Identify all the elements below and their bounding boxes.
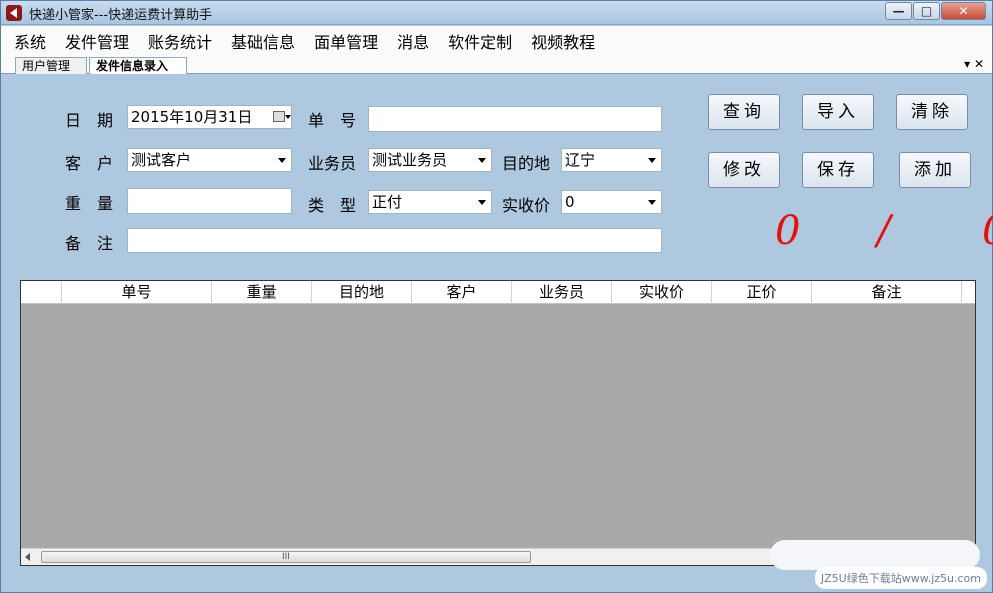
- menu-messages[interactable]: 消息: [397, 29, 429, 53]
- actual-price-label: 实收价: [502, 196, 551, 215]
- menu-software-custom[interactable]: 软件定制: [448, 29, 512, 53]
- actual-price-select[interactable]: 0: [561, 190, 662, 214]
- close-button[interactable]: ✕: [941, 2, 986, 20]
- type-value: 正付: [372, 193, 403, 211]
- shipment-table[interactable]: 单号 重量 目的地 客户 业务员 实收价 正价 备注 III: [20, 280, 976, 566]
- query-button[interactable]: 查询: [708, 94, 780, 130]
- column-header-salesman[interactable]: 业务员: [512, 281, 612, 304]
- remark-input[interactable]: [127, 228, 662, 253]
- table-header: 单号 重量 目的地 客户 业务员 实收价 正价 备注: [21, 281, 975, 304]
- maximize-icon: □: [920, 4, 933, 18]
- minimize-icon: —: [892, 4, 905, 18]
- number-input[interactable]: [368, 106, 662, 132]
- column-header-customer[interactable]: 客户: [412, 281, 512, 304]
- weight-label: 重 量: [65, 194, 114, 213]
- date-value: 2015年10月31日: [131, 108, 253, 126]
- menu-video-tutorials[interactable]: 视频教程: [531, 29, 595, 53]
- window-title: 快递小管家---快递运费计算助手: [29, 8, 213, 23]
- tab-shipment-entry[interactable]: 发件信息录入: [89, 57, 187, 74]
- app-logo-icon: [6, 5, 22, 21]
- remark-label: 备 注: [65, 234, 114, 253]
- scroll-left-icon[interactable]: [25, 553, 30, 561]
- app-window: 快递小管家---快递运费计算助手 — □ ✕ 系统 发件管理 账务统计 基础信息…: [0, 0, 993, 593]
- column-header-list-price[interactable]: 正价: [712, 281, 812, 304]
- import-button[interactable]: 导入: [802, 94, 874, 130]
- tab-list-dropdown-icon[interactable]: ▾: [964, 57, 970, 71]
- destination-value: 辽宁: [565, 151, 596, 169]
- close-icon: ✕: [958, 4, 969, 18]
- menu-accounts-statistics[interactable]: 账务统计: [148, 29, 212, 53]
- column-header-number[interactable]: 单号: [62, 281, 212, 304]
- salesman-label: 业务员: [308, 154, 357, 173]
- tab-close-icon[interactable]: ✕: [974, 57, 984, 71]
- weight-input[interactable]: [127, 188, 292, 214]
- customer-select[interactable]: 测试客户: [127, 148, 292, 172]
- menu-basic-info[interactable]: 基础信息: [231, 29, 295, 53]
- clear-button[interactable]: 清除: [896, 94, 968, 130]
- column-header-weight[interactable]: 重量: [212, 281, 312, 304]
- maximize-button[interactable]: □: [913, 2, 940, 20]
- date-picker[interactable]: 2015年10月31日: [127, 105, 292, 129]
- tab-strip: 用户管理 发件信息录入 ▾ ✕: [1, 56, 992, 74]
- chevron-down-icon: [285, 115, 291, 119]
- menu-system[interactable]: 系统: [14, 29, 46, 53]
- watermark: JZ5U绿色下载站www.jz5u.com: [814, 567, 987, 589]
- actual-price-value: 0: [565, 193, 575, 211]
- customer-label: 客 户: [65, 154, 114, 173]
- menu-shipment-management[interactable]: 发件管理: [65, 29, 129, 53]
- window-controls: — □ ✕: [884, 2, 986, 20]
- salesman-select[interactable]: 测试业务员: [368, 148, 492, 172]
- add-button[interactable]: 添加: [899, 152, 971, 188]
- title-bar[interactable]: 快递小管家---快递运费计算助手 — □ ✕: [1, 1, 992, 25]
- destination-select[interactable]: 辽宁: [561, 148, 662, 172]
- scrollbar-thumb[interactable]: III: [41, 551, 531, 563]
- tab-controls: ▾ ✕: [964, 56, 984, 73]
- row-header-corner: [21, 281, 62, 304]
- type-select[interactable]: 正付: [368, 190, 492, 214]
- menu-bar: 系统 发件管理 账务统计 基础信息 面单管理 消息 软件定制 视频教程: [1, 26, 992, 56]
- destination-label: 目的地: [502, 154, 551, 173]
- minimize-button[interactable]: —: [885, 2, 912, 20]
- save-button[interactable]: 保存: [802, 152, 874, 188]
- modify-button[interactable]: 修改: [708, 152, 780, 188]
- column-header-actual-price[interactable]: 实收价: [612, 281, 712, 304]
- column-header-destination[interactable]: 目的地: [312, 281, 412, 304]
- scrollbar-grip-icon: III: [282, 552, 290, 562]
- tab-user-management[interactable]: 用户管理: [15, 57, 87, 74]
- record-counter-total: 0: [982, 208, 993, 254]
- record-counter-current: 0: [775, 208, 801, 254]
- date-label: 日 期: [65, 111, 114, 130]
- watermark-backdrop: [770, 540, 980, 570]
- calendar-icon: [273, 111, 285, 122]
- menu-waybill-management[interactable]: 面单管理: [314, 29, 378, 53]
- type-label: 类 型: [308, 196, 357, 215]
- column-header-remark[interactable]: 备注: [812, 281, 962, 304]
- number-label: 单 号: [308, 111, 357, 130]
- customer-value: 测试客户: [131, 151, 192, 169]
- record-counter-slash: /: [877, 208, 891, 254]
- salesman-value: 测试业务员: [372, 151, 448, 169]
